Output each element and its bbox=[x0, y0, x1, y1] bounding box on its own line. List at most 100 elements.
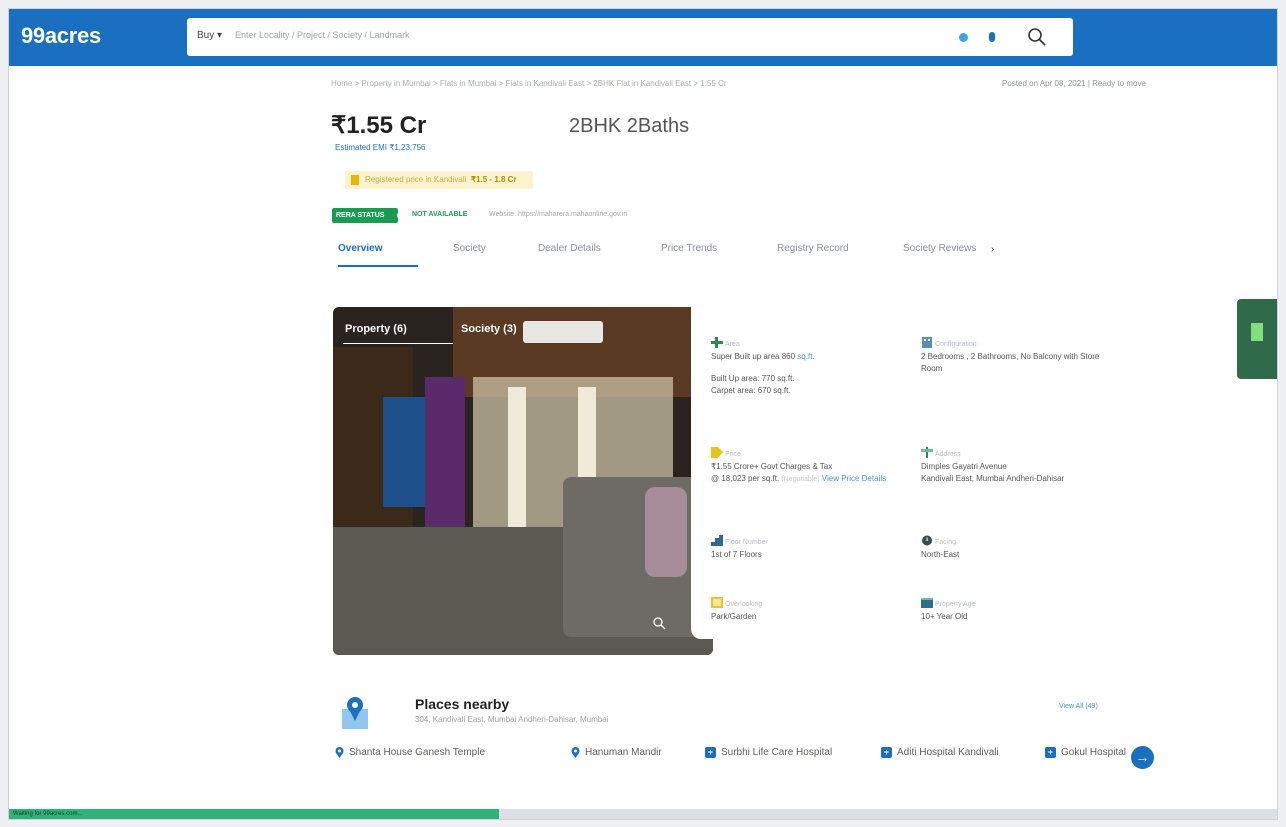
buy-dropdown[interactable]: Buy ▾ bbox=[197, 30, 222, 41]
mic-icon[interactable] bbox=[989, 32, 995, 42]
facing-value: North-East bbox=[921, 550, 960, 559]
place-chip[interactable]: + Gokul Hospital bbox=[1045, 747, 1126, 758]
tab-price-trends[interactable]: Price Trends bbox=[661, 243, 717, 254]
area-label: Area bbox=[725, 340, 740, 348]
search-input[interactable]: Enter Locality / Project / Society / Lan… bbox=[235, 30, 410, 40]
place-name: Gokul Hospital bbox=[1061, 747, 1127, 758]
photo-pillow bbox=[645, 487, 687, 577]
signpost-icon bbox=[921, 447, 933, 458]
detail-address: Address Dimples Gayatri Avenue Kandivali… bbox=[921, 447, 1121, 485]
unit-dropdown[interactable]: sq.ft. bbox=[797, 352, 814, 361]
place-name: Shanta House Ganesh Temple bbox=[349, 747, 486, 758]
hospital-icon: + bbox=[1045, 747, 1056, 758]
places-nearby-title: Places nearby bbox=[415, 696, 510, 712]
site-logo[interactable]: 99acres bbox=[21, 23, 101, 49]
rera-status: NOT AVAILABLE bbox=[412, 211, 468, 218]
floor-value: 1st of 7 Floors bbox=[711, 550, 762, 559]
super-built-area: Super Built up area 860 bbox=[711, 352, 796, 361]
address-line-2: Kandivali East, Mumbai Andheri-Dahisar bbox=[921, 474, 1065, 483]
window-icon bbox=[711, 597, 723, 608]
tab-dealer-details[interactable]: Dealer Details bbox=[538, 243, 601, 254]
tag-icon bbox=[351, 175, 359, 185]
detail-property-age: Property Age 10+ Year Old bbox=[921, 597, 1101, 623]
view-price-details-link[interactable]: View Price Details bbox=[822, 474, 886, 483]
place-chip[interactable]: Shanta House Ganesh Temple bbox=[335, 747, 485, 758]
place-name: Surbhi Life Care Hospital bbox=[721, 747, 833, 758]
tab-society[interactable]: Society bbox=[453, 243, 486, 254]
place-chip[interactable]: + Aditi Hospital Kandivali bbox=[881, 747, 999, 758]
emi-link[interactable]: Estimated EMI ₹1,23,756 bbox=[335, 143, 425, 152]
browser-status-bar: Waiting for 99acres.com... bbox=[9, 809, 503, 819]
place-chip[interactable]: + Surbhi Life Care Hospital bbox=[705, 747, 832, 758]
nearby-places-list: Shanta House Ganesh Temple Hanuman Mandi… bbox=[335, 747, 1155, 769]
posted-status: Posted on Apr 08, 2021 | Ready to move bbox=[1002, 79, 1146, 88]
zoom-icon[interactable] bbox=[651, 615, 667, 631]
shortlist-side-button[interactable] bbox=[1237, 299, 1277, 379]
price-per-sqft: @ 18,023 per sq.ft. bbox=[711, 474, 780, 483]
map-pin-icon bbox=[342, 697, 368, 729]
property-config: 2BHK 2Baths bbox=[569, 115, 690, 137]
breadcrumb[interactable]: Home > Property in Mumbai > Flats in Mum… bbox=[331, 79, 727, 88]
chevron-right-icon[interactable]: › bbox=[991, 244, 994, 255]
photo-air-conditioner bbox=[523, 321, 603, 343]
floor-label: Floor Number bbox=[725, 538, 768, 546]
overlooking-value: Park/Garden bbox=[711, 612, 757, 621]
price-value: ₹1.55 Crore+ Govt Charges & Tax bbox=[711, 462, 833, 471]
place-name: Aditi Hospital Kandivali bbox=[897, 747, 999, 758]
gallery-tab-indicator bbox=[343, 343, 453, 344]
address-line-1: Dimples Gayatri Avenue bbox=[921, 462, 1007, 471]
address-label: Address bbox=[935, 450, 961, 458]
detail-overlooking: Overlooking Park/Garden bbox=[711, 597, 891, 623]
detail-facing: Facing North-East bbox=[921, 535, 1101, 561]
detail-price: Price ₹1.55 Crore+ Govt Charges & Tax @ … bbox=[711, 447, 911, 486]
location-pin-icon bbox=[571, 747, 580, 758]
calendar-icon bbox=[921, 598, 933, 608]
tab-society-reviews[interactable]: Society Reviews bbox=[903, 243, 976, 254]
place-name: Hanuman Mandir bbox=[585, 747, 662, 758]
carpet-area: Carpet area: 670 sq.ft. bbox=[711, 386, 791, 395]
rera-badge: RERA STATUS bbox=[332, 208, 399, 223]
place-chip[interactable]: Hanuman Mandir bbox=[571, 747, 662, 758]
top-header: 99acres Buy ▾ Enter Locality / Project /… bbox=[9, 9, 1277, 66]
facing-label: Facing bbox=[935, 538, 957, 546]
highlight-range: ₹1.5 - 1.8 Cr bbox=[471, 175, 517, 184]
section-tabs: Overview Society Dealer Details Price Tr… bbox=[335, 243, 1015, 271]
gallery-tab-property[interactable]: Property (6) bbox=[345, 323, 407, 335]
building-icon bbox=[922, 337, 932, 348]
gallery-tab-society[interactable]: Society (3) bbox=[461, 323, 517, 335]
configuration-value: 2 Bedrooms , 2 Bathrooms, No Balcony wit… bbox=[921, 352, 1100, 373]
overlooking-label: Overlooking bbox=[725, 600, 763, 608]
property-age-value: 10+ Year Old bbox=[921, 612, 968, 621]
photo-gallery[interactable]: Property (6) Society (3) bbox=[333, 307, 713, 655]
bookmark-icon bbox=[1251, 323, 1263, 341]
tab-overview[interactable]: Overview bbox=[338, 243, 382, 254]
arrow-right-icon[interactable]: → bbox=[1131, 746, 1154, 769]
view-all-places-link[interactable]: View All (49) bbox=[1059, 703, 1098, 710]
negotiable-tag: (Negotiable) bbox=[781, 476, 820, 483]
search-icon[interactable] bbox=[1025, 25, 1049, 49]
price-tag-icon bbox=[711, 447, 723, 458]
stairs-icon bbox=[711, 535, 723, 546]
compass-icon bbox=[922, 535, 932, 546]
detail-area: Area Super Built up area 860 sq.ft. Buil… bbox=[711, 337, 891, 397]
property-details-panel: Area Super Built up area 860 sq.ft. Buil… bbox=[691, 299, 1121, 639]
area-icon bbox=[711, 337, 723, 348]
rera-website[interactable]: Website: https://maharera.mahaonline.gov… bbox=[489, 211, 627, 218]
status-bar-filler bbox=[499, 809, 1277, 819]
price-label: Price bbox=[725, 450, 741, 458]
price-highlight: Registered price in Kandivali ₹1.5 - 1.8… bbox=[345, 171, 533, 189]
built-up-area: Built Up area: 770 sq.ft. bbox=[711, 374, 795, 383]
location-icon[interactable] bbox=[959, 33, 968, 42]
search-bar[interactable]: Buy ▾ Enter Locality / Project / Society… bbox=[187, 18, 1073, 56]
page: 99acres Buy ▾ Enter Locality / Project /… bbox=[8, 8, 1278, 820]
highlight-text: Registered price in Kandivali bbox=[365, 175, 467, 184]
active-tab-indicator bbox=[338, 265, 418, 267]
tab-registry-record[interactable]: Registry Record bbox=[777, 243, 849, 254]
info-icon[interactable] bbox=[397, 211, 406, 220]
detail-floor: Floor Number 1st of 7 Floors bbox=[711, 535, 891, 561]
detail-configuration: Configuration 2 Bedrooms , 2 Bathrooms, … bbox=[921, 337, 1111, 375]
places-nearby-subtitle: 304, Kandivali East, Mumbai Andheri-Dahi… bbox=[415, 715, 609, 724]
property-age-label: Property Age bbox=[935, 600, 976, 608]
location-pin-icon bbox=[335, 747, 344, 758]
hospital-icon: + bbox=[705, 747, 716, 758]
